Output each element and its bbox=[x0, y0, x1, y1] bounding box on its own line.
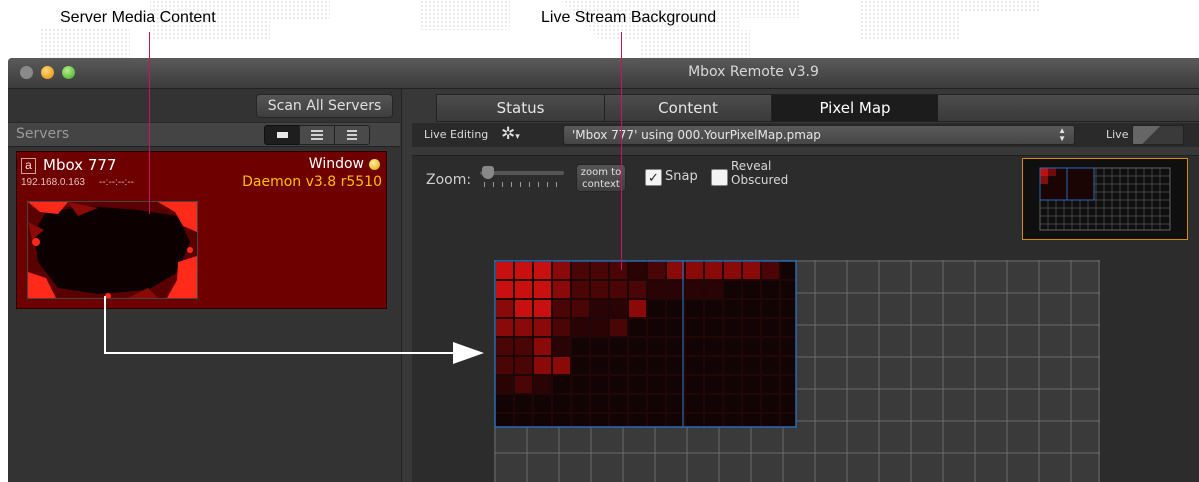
tab-strip-filler bbox=[938, 94, 1199, 122]
pixel-map-select[interactable]: 'Mbox 777' using 000.YourPixelMap.pmap ▲… bbox=[563, 125, 1075, 145]
live-toggle[interactable] bbox=[1132, 125, 1184, 145]
tab-status[interactable]: Status bbox=[436, 94, 605, 122]
pixel-map-canvas[interactable]: Zoom: zoom to context ✓ Snap Reveal Obsc… bbox=[412, 155, 1199, 482]
scan-all-servers-button[interactable]: Scan All Servers bbox=[256, 94, 393, 118]
servers-label: Servers bbox=[16, 126, 70, 142]
server-name: Mbox 777 bbox=[43, 156, 117, 174]
status-indicator-icon bbox=[369, 159, 380, 170]
flow-arrow-icon bbox=[104, 296, 484, 364]
daemon-version: Daemon v3.8 r5510 bbox=[242, 174, 382, 190]
pixel-map-toolbar: Live Editing ✲▾ 'Mbox 777' using 000.You… bbox=[412, 123, 1199, 147]
callout-server-media-content: Server Media Content bbox=[60, 9, 216, 26]
zoom-to-context-line2: context bbox=[582, 179, 620, 190]
zoom-to-context-line1: zoom to bbox=[580, 167, 622, 178]
list-view-icon bbox=[347, 130, 357, 140]
servers-panel: Scan All Servers Servers a Mbox 777 Wind… bbox=[8, 89, 402, 482]
zoom-slider[interactable] bbox=[480, 166, 566, 190]
gear-icon[interactable]: ✲▾ bbox=[501, 124, 520, 146]
title-bar: Mbox Remote v3.9 bbox=[8, 58, 1199, 89]
live-label: Live bbox=[1106, 128, 1129, 141]
pixel-map-grid[interactable] bbox=[494, 260, 1100, 482]
detail-view-icon bbox=[311, 130, 323, 140]
server-mode: Window bbox=[308, 156, 364, 172]
server-card-mbox-777[interactable]: a Mbox 777 Window 192.168.0.163 --:--:--… bbox=[16, 151, 387, 309]
server-ip: 192.168.0.163 bbox=[21, 177, 85, 188]
window-title: Mbox Remote v3.9 bbox=[688, 64, 819, 80]
view-single-button[interactable] bbox=[264, 125, 300, 145]
live-stream-region bbox=[494, 260, 797, 428]
single-view-icon bbox=[277, 132, 288, 138]
tab-pixel-map[interactable]: Pixel Map bbox=[771, 94, 939, 122]
pixel-map-select-value: 'Mbox 777' using 000.YourPixelMap.pmap bbox=[572, 128, 821, 142]
reveal-line1: Reveal bbox=[731, 159, 772, 173]
main-panel: Status Content Pixel Map Live Editing ✲▾… bbox=[402, 89, 1199, 482]
select-arrows-icon: ▲ ▼ bbox=[1058, 126, 1066, 143]
zoom-to-context-button[interactable]: zoom to context bbox=[576, 164, 626, 192]
mbox-remote-window: Mbox Remote v3.9 Scan All Servers Server… bbox=[8, 58, 1199, 482]
server-timecode: --:--:--:-- bbox=[99, 177, 134, 188]
live-editing-label: Live Editing bbox=[424, 128, 489, 141]
reveal-obscured-checkbox[interactable] bbox=[711, 169, 728, 186]
servers-header: Servers bbox=[8, 122, 400, 147]
zoom-slider-thumb[interactable] bbox=[482, 166, 494, 179]
zoom-label: Zoom: bbox=[426, 172, 472, 188]
reveal-obscured-label: Reveal Obscured bbox=[731, 159, 788, 187]
snap-checkbox[interactable]: ✓ bbox=[645, 169, 662, 186]
callout-line-server-media bbox=[149, 32, 150, 214]
zoom-slider-ticks bbox=[484, 182, 562, 187]
view-detail-button[interactable] bbox=[299, 125, 335, 145]
view-list-button[interactable] bbox=[334, 125, 370, 145]
server-badge: a bbox=[21, 158, 36, 174]
reveal-line2: Obscured bbox=[731, 173, 789, 187]
callout-line-live-stream bbox=[621, 32, 622, 270]
map-navigator-thumbnail[interactable] bbox=[1022, 158, 1188, 240]
snap-label: Snap bbox=[665, 169, 698, 184]
callout-live-stream-background: Live Stream Background bbox=[541, 9, 717, 26]
tab-content[interactable]: Content bbox=[604, 94, 772, 122]
server-media-thumbnail bbox=[27, 201, 198, 299]
